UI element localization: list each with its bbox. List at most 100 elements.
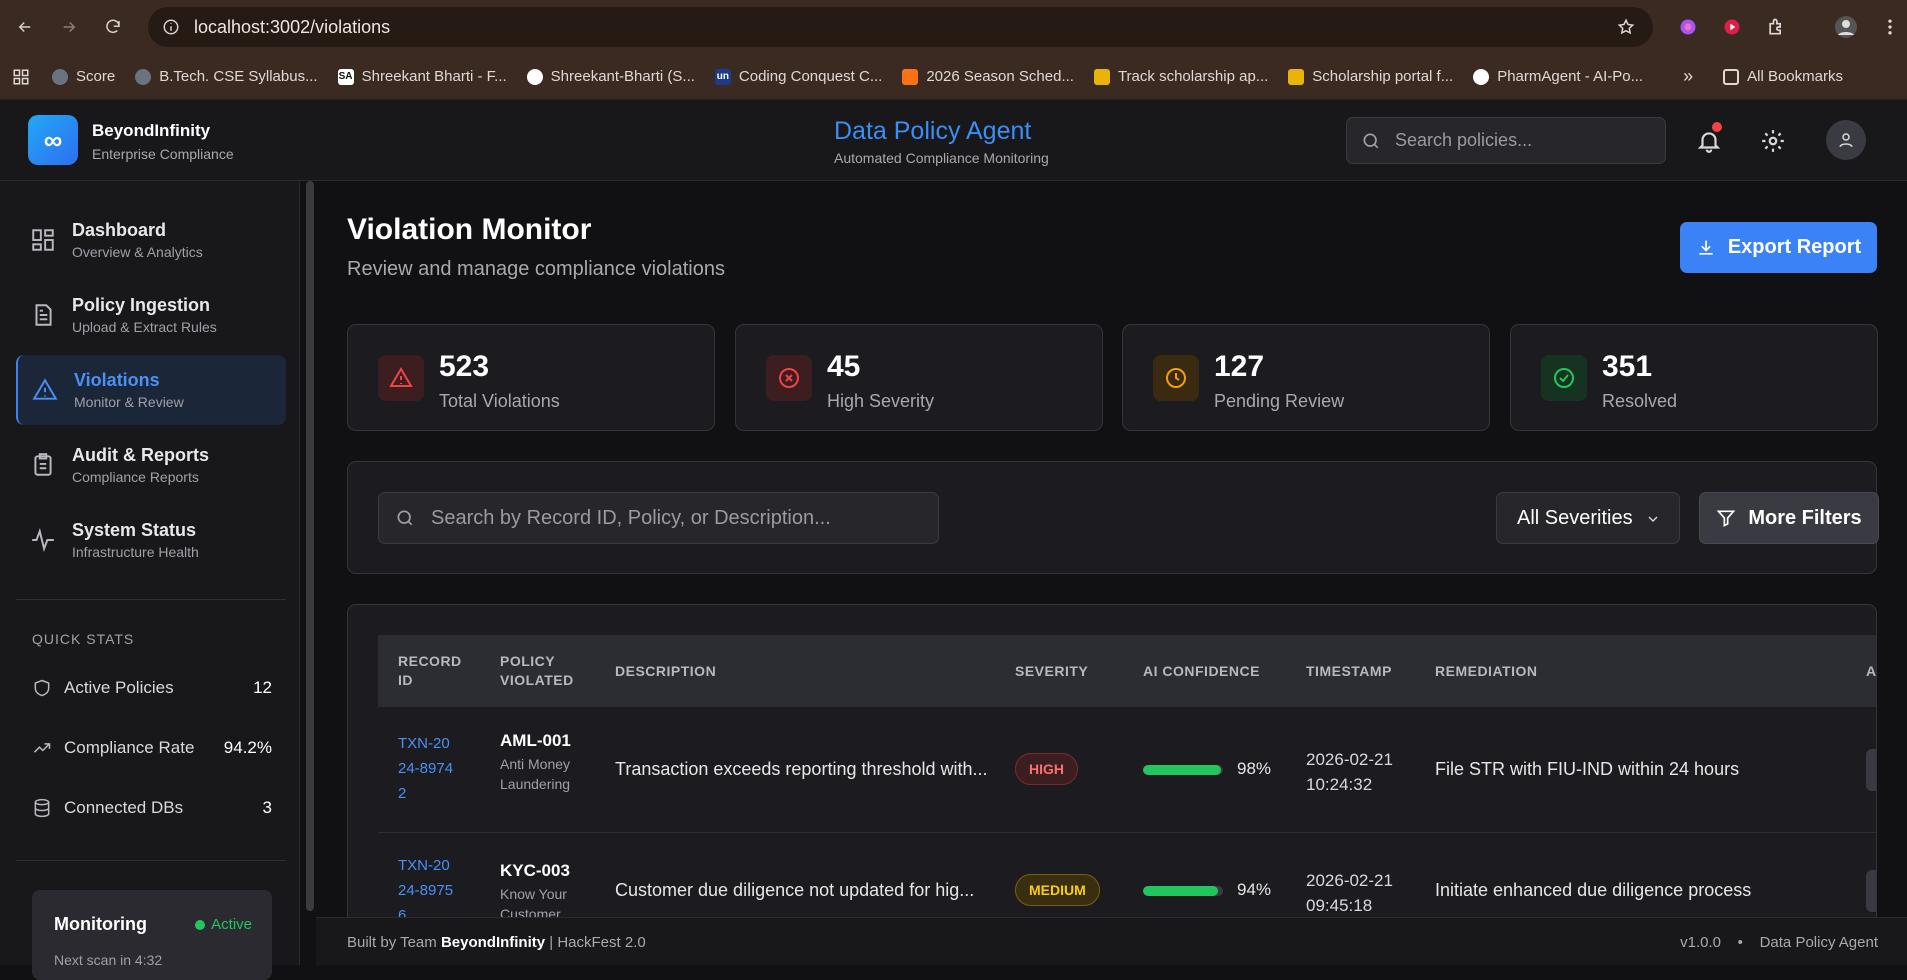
violation-search-input[interactable] xyxy=(431,506,931,530)
avatar[interactable] xyxy=(1826,120,1866,160)
confidence-bar xyxy=(1143,886,1223,896)
table-header: RECORD ID POLICY VIOLATED DESCRIPTION SE… xyxy=(378,635,1876,707)
app-title: Data Policy Agent xyxy=(834,117,1032,145)
shield-icon xyxy=(34,679,50,697)
column-header[interactable]: RECORD ID xyxy=(398,635,468,707)
timestamp-cell: 2026-02-21 10:24:32 xyxy=(1306,750,1393,794)
alert-triangle-icon xyxy=(378,355,424,401)
grid-icon xyxy=(32,229,54,251)
document-icon xyxy=(35,304,52,326)
check-circle-icon xyxy=(1541,355,1587,401)
bookmark-item[interactable]: Shreekant-Bharti (S... xyxy=(526,68,695,85)
main-content: Violation Monitor Review and manage comp… xyxy=(316,181,1907,917)
x-circle-icon xyxy=(766,355,812,401)
divider xyxy=(16,860,286,861)
footer-credit: Built by Team BeyondInfinity | HackFest … xyxy=(347,934,646,951)
github-icon xyxy=(526,68,543,85)
sidebar-item-audit-reports[interactable]: Audit & Reports Compliance Reports xyxy=(16,430,286,500)
action-button[interactable] xyxy=(1866,870,1876,912)
confidence-value: 98% xyxy=(1237,759,1272,778)
bookmark-item[interactable]: un Coding Conquest C... xyxy=(714,68,882,85)
brand-name: BeyondInfinity xyxy=(92,121,211,140)
gear-icon[interactable] xyxy=(1760,128,1786,154)
policy-search-input[interactable] xyxy=(1395,130,1635,151)
scholar-icon xyxy=(1093,68,1110,85)
bookmark-item[interactable]: Score xyxy=(52,68,115,85)
severity-badge: HIGH xyxy=(1015,753,1078,785)
logo[interactable]: ∞ xyxy=(28,115,78,165)
stat-total-violations: 523 Total Violations xyxy=(347,324,715,431)
pharm-icon xyxy=(1473,68,1490,85)
violation-search[interactable] xyxy=(378,492,939,544)
bookmark-item[interactable]: 2026 Season Sched... xyxy=(902,68,1074,85)
extension-icon[interactable] xyxy=(1678,17,1698,37)
profile-icon[interactable] xyxy=(1834,15,1858,39)
bell-icon[interactable] xyxy=(1696,128,1722,154)
severity-badge: MEDIUM xyxy=(1015,874,1100,906)
table-row[interactable]: TXN-2024-89742 AML-001 Anti Money Launde… xyxy=(378,707,1876,833)
extensions-puzzle-icon[interactable] xyxy=(1766,17,1786,37)
remediation-cell: Initiate enhanced due diligence process xyxy=(1435,880,1752,900)
apps-grid-icon[interactable] xyxy=(12,68,30,86)
column-header[interactable]: SEVERITY xyxy=(1015,635,1088,707)
ticket-icon xyxy=(902,68,919,85)
url-text[interactable]: localhost:3002/violations xyxy=(194,17,390,38)
un-icon: un xyxy=(714,68,731,85)
forward-icon[interactable] xyxy=(54,12,84,42)
sidebar-scrollbar[interactable] xyxy=(306,181,314,911)
sidebar-item-system-status[interactable]: System Status Infrastructure Health xyxy=(16,505,286,575)
sidebar-item-policy-ingestion[interactable]: Policy Ingestion Upload & Extract Rules xyxy=(16,280,286,350)
table-row[interactable]: TXN-2024-89756 KYC-003 Know Your Custome… xyxy=(378,833,1876,917)
column-header[interactable]: REMEDIATION xyxy=(1435,635,1537,707)
sidebar-item-violations[interactable]: Violations Monitor & Review xyxy=(16,355,286,425)
more-filters-button[interactable]: More Filters xyxy=(1699,492,1879,544)
menu-dots-icon[interactable] xyxy=(1880,17,1900,37)
bookmark-item[interactable]: SA Shreekant Bharti - F... xyxy=(337,68,507,85)
sidebar-item-dashboard[interactable]: Dashboard Overview & Analytics xyxy=(16,205,286,275)
more-bookmarks-icon[interactable]: » xyxy=(1683,66,1693,87)
address-bar[interactable]: localhost:3002/violations xyxy=(148,7,1653,47)
activity-icon xyxy=(32,528,54,552)
column-header[interactable]: A xyxy=(1866,635,1876,707)
description-cell: Customer due diligence not updated for h… xyxy=(615,880,975,900)
bookmark-item[interactable]: PharmAgent - AI-Po... xyxy=(1473,68,1643,85)
column-header[interactable]: DESCRIPTION xyxy=(615,635,716,707)
action-button[interactable] xyxy=(1866,749,1876,791)
back-icon[interactable] xyxy=(10,12,40,42)
notification-dot xyxy=(1712,122,1722,132)
monitoring-card: Monitoring Active Next scan in 4:32 xyxy=(32,890,272,980)
bookmark-star-icon[interactable] xyxy=(1617,18,1635,36)
record-id-link[interactable]: TXN-2024-89756 xyxy=(398,853,458,917)
database-icon xyxy=(34,798,50,818)
filter-panel: All Severities More Filters xyxy=(347,461,1879,574)
page-subtitle: Review and manage compliance violations xyxy=(347,258,725,280)
bookmark-item[interactable]: Track scholarship ap... xyxy=(1093,68,1268,85)
timestamp-cell: 2026-02-21 09:45:18 xyxy=(1306,871,1393,915)
extension-icon[interactable] xyxy=(1722,17,1742,37)
clock-icon xyxy=(1153,355,1199,401)
chevron-down-icon xyxy=(1648,516,1658,522)
stat-pending-review: 127 Pending Review xyxy=(1122,324,1490,431)
quick-stats-title: QUICK STATS xyxy=(32,631,135,647)
column-header[interactable]: POLICY VIOLATED xyxy=(500,635,590,707)
search-icon xyxy=(1363,133,1379,148)
clipboard-icon xyxy=(34,453,52,476)
confidence-value: 94% xyxy=(1237,880,1272,899)
record-id-link[interactable]: TXN-2024-89742 xyxy=(398,731,458,806)
quick-stat-compliance-rate: Compliance Rate 94.2% xyxy=(32,733,272,763)
column-header[interactable]: AI CONFIDENCE xyxy=(1143,635,1260,707)
monitoring-title: Monitoring xyxy=(54,914,147,934)
reload-icon[interactable] xyxy=(98,12,128,42)
export-report-button[interactable]: Export Report xyxy=(1680,222,1877,273)
severity-select[interactable]: All Severities xyxy=(1496,492,1680,544)
filter-icon xyxy=(1716,510,1736,527)
quick-stat-active-policies: Active Policies 12 xyxy=(32,673,272,703)
globe-icon xyxy=(52,68,68,85)
all-bookmarks[interactable]: All Bookmarks xyxy=(1723,68,1843,85)
bookmark-item[interactable]: B.Tech. CSE Syllabus... xyxy=(135,68,318,85)
user-icon xyxy=(1839,133,1853,148)
site-info-icon[interactable] xyxy=(162,18,180,36)
policy-search[interactable] xyxy=(1346,117,1666,164)
bookmark-item[interactable]: Scholarship portal f... xyxy=(1288,68,1453,85)
column-header[interactable]: TIMESTAMP xyxy=(1306,635,1392,707)
